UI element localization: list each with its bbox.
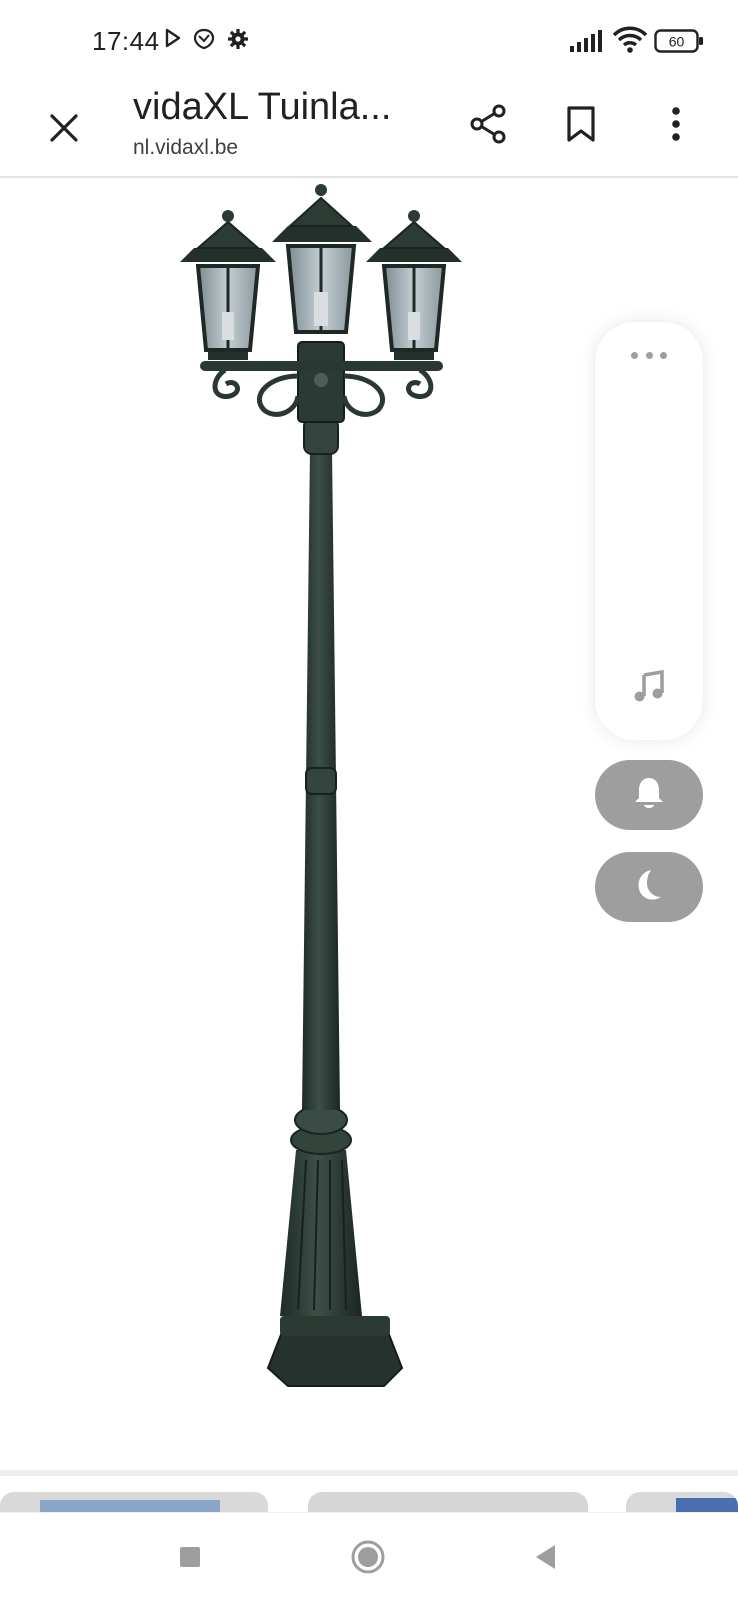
moon-button[interactable] — [595, 852, 703, 922]
recents-square-icon — [178, 1545, 202, 1574]
back-triangle-icon — [533, 1543, 559, 1576]
quick-panel — [595, 322, 703, 740]
share-button[interactable] — [460, 98, 516, 154]
right-lantern — [366, 210, 462, 360]
settings-gear-icon — [227, 28, 249, 55]
music-note-icon — [632, 669, 666, 708]
play-store-icon — [165, 28, 181, 53]
close-icon — [49, 113, 79, 148]
status-time: 17:44 — [92, 26, 160, 56]
thumbnail-2[interactable] — [308, 1492, 588, 1512]
thumbnail-divider — [0, 1470, 738, 1476]
bell-button[interactable] — [595, 760, 703, 830]
more-dots-icon[interactable] — [631, 352, 667, 362]
moon-icon — [631, 867, 667, 908]
page-domain: nl.vidaxl.be — [133, 136, 239, 159]
music-button[interactable] — [623, 662, 675, 714]
close-button[interactable] — [36, 102, 92, 158]
home-button[interactable] — [340, 1531, 396, 1587]
recents-button[interactable] — [162, 1531, 218, 1587]
more-vert-icon — [671, 106, 681, 146]
battery-level: 60 — [669, 34, 685, 50]
more-options-button[interactable] — [648, 98, 704, 154]
share-icon — [469, 104, 507, 149]
left-lantern — [180, 210, 276, 360]
bookmark-icon — [566, 105, 596, 148]
battery-icon: 60 — [654, 29, 704, 58]
center-lantern — [272, 184, 372, 334]
shield-icon — [192, 28, 216, 55]
system-nav-bar — [0, 1512, 738, 1600]
thumbnail-1[interactable] — [0, 1492, 268, 1512]
thumbnail-3[interactable] — [626, 1492, 738, 1512]
back-button[interactable] — [518, 1531, 574, 1587]
app-bar: vidaXL Tuinla... nl.vidaxl.be — [0, 84, 738, 178]
home-circle-icon — [350, 1539, 386, 1580]
bookmark-button[interactable] — [553, 98, 609, 154]
signal-icon — [570, 30, 606, 57]
page-title: vidaXL Tuinla... — [133, 86, 392, 128]
bell-icon — [632, 775, 666, 816]
status-bar: 17:44 60 — [0, 0, 738, 84]
wifi-icon — [612, 26, 648, 59]
